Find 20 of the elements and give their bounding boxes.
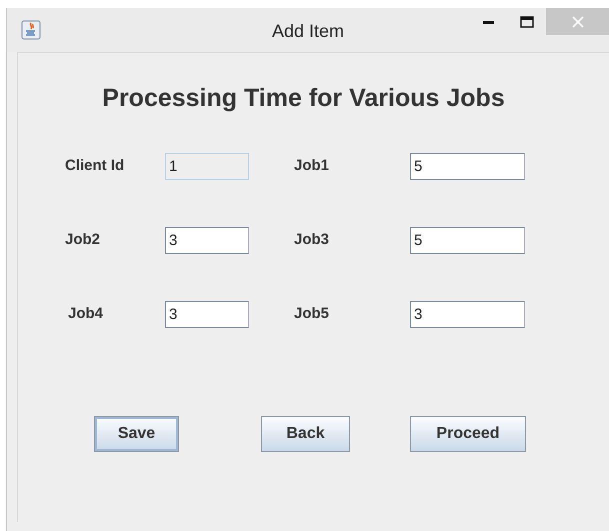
input-field[interactable]: 3 [165, 227, 249, 254]
window-title: Add Item [272, 21, 344, 41]
java-app-icon [21, 20, 41, 40]
form-button[interactable]: Save [94, 416, 179, 452]
close-icon [572, 16, 584, 28]
form-button[interactable]: Back [261, 416, 350, 452]
field-label: Job2 [65, 230, 102, 250]
maximize-icon [520, 16, 534, 28]
field-label: Client Id [65, 156, 126, 176]
input-field[interactable]: 5 [410, 153, 525, 180]
field-label: Job1 [294, 156, 330, 176]
input-field[interactable]: 5 [410, 227, 525, 254]
minimize-icon [483, 20, 495, 24]
field-label: Job3 [294, 230, 330, 250]
field-label: Job5 [294, 304, 330, 324]
form-heading: Processing Time for Various Jobs [101, 83, 506, 113]
input-field[interactable]: 3 [410, 301, 525, 328]
form-button[interactable]: Proceed [410, 416, 526, 452]
input-field[interactable]: 3 [165, 301, 249, 328]
field-label: Job4 [68, 304, 104, 324]
